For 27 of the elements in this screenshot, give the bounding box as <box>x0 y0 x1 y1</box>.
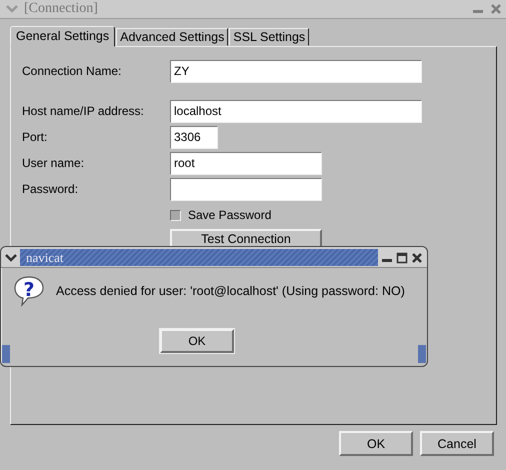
close-icon[interactable] <box>411 252 423 264</box>
checkbox[interactable] <box>170 210 181 220</box>
tab[interactable]: General Settings <box>10 26 116 47</box>
field-label: Host name/IP address: <box>22 104 145 118</box>
text-field[interactable]: root <box>170 152 322 174</box>
text-field[interactable]: 3306 <box>170 126 218 148</box>
text-field[interactable]: localhost <box>170 100 422 122</box>
checkbox-label: Save Password <box>188 208 272 222</box>
field-label: Password: <box>22 182 80 196</box>
maximize-icon[interactable] <box>396 252 408 264</box>
field-label: Port: <box>22 130 48 144</box>
window-title: [Connection] <box>24 1 99 17</box>
text-field[interactable] <box>170 178 322 200</box>
chevron-icon[interactable] <box>5 252 17 262</box>
frame-corner <box>2 345 10 363</box>
tab[interactable]: SSL Settings <box>229 28 310 46</box>
tab[interactable]: Advanced Settings <box>116 28 228 46</box>
frame-corner <box>418 345 426 363</box>
question-icon: ? <box>13 275 45 307</box>
error-message: Access denied for user: 'root@localhost' (Using password: NO) <box>56 284 405 298</box>
dialog-button[interactable]: OK <box>339 431 413 456</box>
dialog-title: navicat <box>20 249 378 266</box>
ok-button[interactable]: OK <box>160 329 234 353</box>
text-field[interactable]: ZY <box>170 60 422 82</box>
field-label: User name: <box>22 156 86 170</box>
field-label: Connection Name: <box>22 64 122 78</box>
dialog-button[interactable]: Cancel <box>420 431 494 456</box>
